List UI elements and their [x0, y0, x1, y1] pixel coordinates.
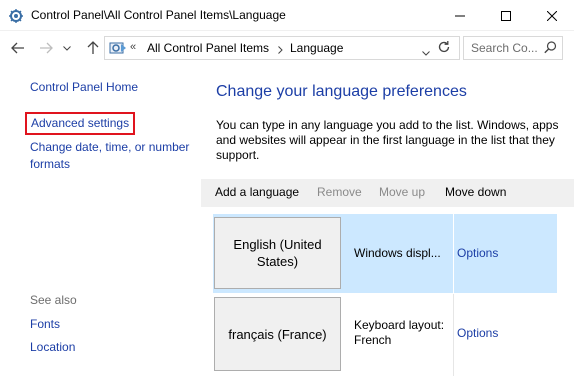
- up-button[interactable]: [83, 39, 103, 57]
- back-button[interactable]: [8, 39, 28, 57]
- see-also-label: See also: [30, 293, 77, 307]
- recent-locations-button[interactable]: [61, 39, 73, 57]
- page-description: You can type in any language you add to …: [216, 118, 559, 162]
- chevron-down-icon: [422, 51, 430, 56]
- minimize-icon: [455, 15, 465, 16]
- back-arrow-icon: [11, 42, 24, 54]
- breadcrumb-language[interactable]: Language: [290, 41, 343, 55]
- breadcrumb-all-items[interactable]: All Control Panel Items: [147, 41, 269, 55]
- address-bar[interactable]: « All Control Panel Items Language: [104, 36, 460, 60]
- maximize-icon: [501, 10, 511, 21]
- title-bar[interactable]: Control Panel\All Control Panel Items\La…: [0, 0, 574, 31]
- search-box[interactable]: Search Co...: [463, 36, 563, 60]
- maximize-button[interactable]: [483, 0, 529, 31]
- location-link[interactable]: Location: [30, 339, 75, 356]
- move-down-button[interactable]: Move down: [445, 185, 506, 199]
- move-up-button[interactable]: Move up: [379, 185, 425, 199]
- up-arrow-icon: [87, 41, 99, 54]
- language-info: Keyboard layout: French: [354, 318, 445, 347]
- main-content: Change your language preferences You can…: [201, 65, 574, 376]
- address-dropdown[interactable]: [422, 45, 430, 59]
- row-divider: [453, 294, 454, 376]
- remove-button[interactable]: Remove: [317, 185, 362, 199]
- options-link[interactable]: Options: [457, 246, 498, 260]
- options-link[interactable]: Options: [457, 326, 498, 340]
- change-date-time-link[interactable]: Change date, time, or number formats: [30, 139, 200, 173]
- address-overflow-chevron[interactable]: «: [130, 41, 136, 53]
- search-icon: [544, 41, 557, 57]
- close-button[interactable]: [529, 0, 574, 31]
- chevron-down-icon: [63, 45, 71, 51]
- search-input[interactable]: Search Co...: [471, 41, 538, 55]
- navigation-bar: « All Control Panel Items Language Searc…: [0, 31, 574, 65]
- language-info: Windows displ...: [354, 246, 441, 260]
- window-title: Control Panel\All Control Panel Items\La…: [31, 8, 286, 22]
- chevron-right-icon[interactable]: [278, 43, 283, 57]
- control-panel-home-link[interactable]: Control Panel Home: [30, 79, 138, 96]
- language-toolbar: Add a language Remove Move up Move down: [201, 179, 574, 207]
- close-icon: [547, 10, 557, 21]
- advanced-settings-link[interactable]: Advanced settings: [25, 112, 136, 135]
- forward-arrow-icon: [40, 42, 53, 54]
- add-language-button[interactable]: Add a language: [215, 185, 299, 199]
- language-row-french[interactable]: français (France) Keyboard layout: Frenc…: [213, 294, 557, 376]
- left-pane: Control Panel Home Advanced settings Cha…: [0, 65, 201, 376]
- refresh-button[interactable]: [437, 40, 455, 56]
- language-name-tile[interactable]: English (United States): [214, 217, 341, 289]
- control-panel-icon: [8, 8, 24, 24]
- forward-button[interactable]: [36, 39, 56, 57]
- row-divider: [453, 214, 454, 293]
- refresh-icon: [438, 41, 450, 53]
- language-name-tile[interactable]: français (France): [214, 297, 341, 371]
- language-row-english[interactable]: English (United States) Windows displ...…: [213, 214, 557, 293]
- page-title: Change your language preferences: [216, 83, 467, 100]
- control-panel-icon: [109, 40, 127, 56]
- fonts-link[interactable]: Fonts: [30, 316, 60, 333]
- minimize-button[interactable]: [437, 0, 483, 31]
